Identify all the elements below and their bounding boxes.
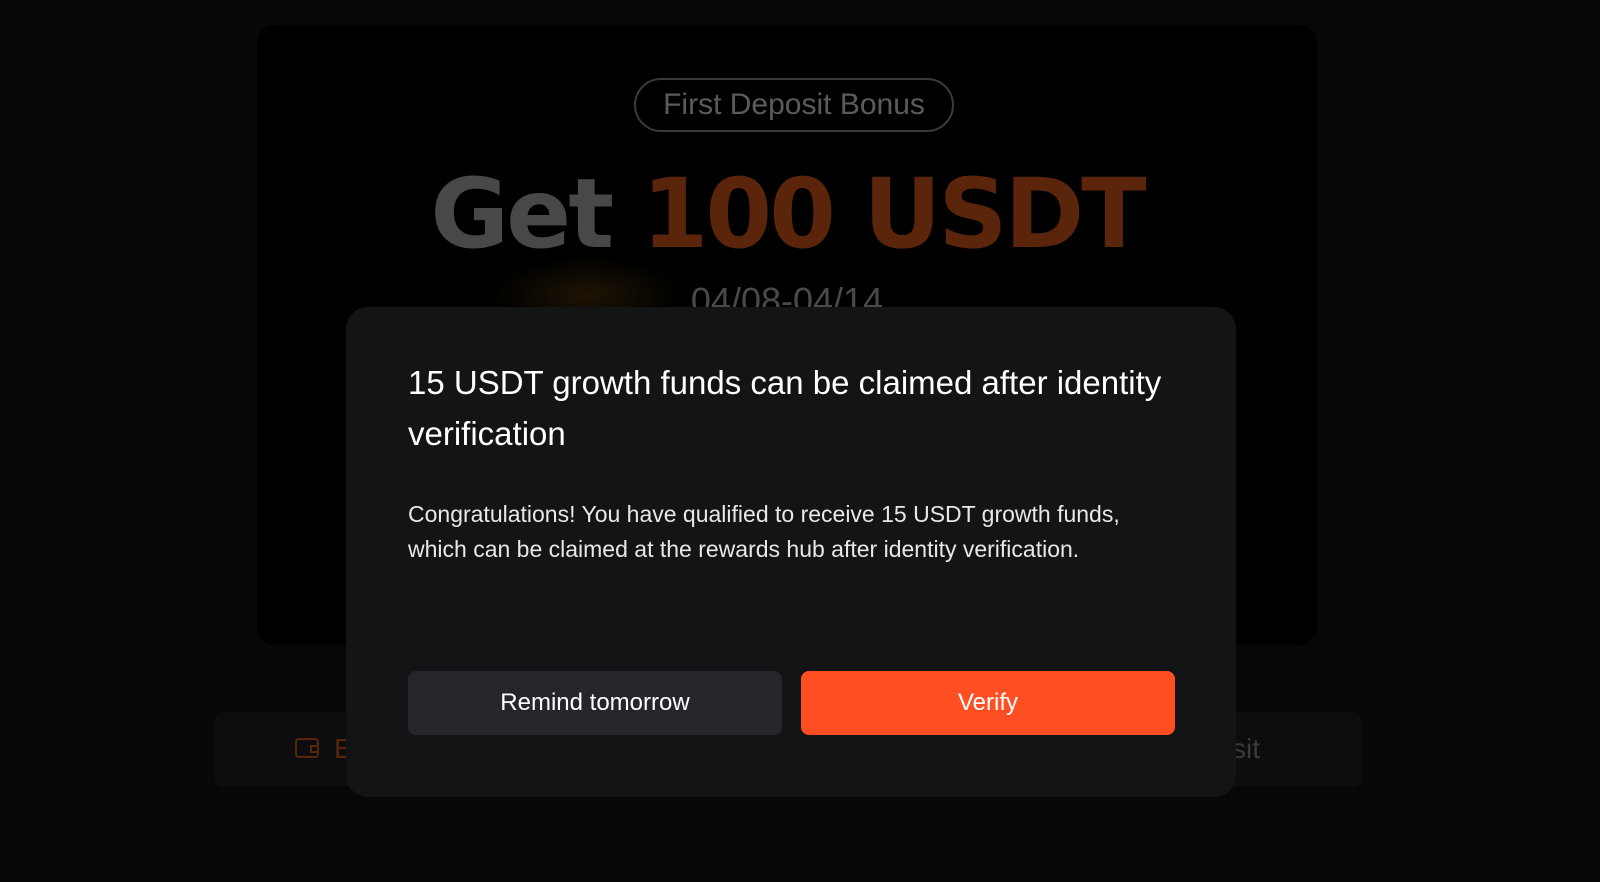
modal-body: Congratulations! You have qualified to r…: [408, 501, 1120, 562]
remind-tomorrow-button[interactable]: Remind tomorrow: [408, 671, 782, 735]
verification-modal: 15 USDT growth funds can be claimed afte…: [346, 307, 1236, 797]
modal-overlay[interactable]: 15 USDT growth funds can be claimed afte…: [0, 0, 1600, 882]
modal-title: 15 USDT growth funds can be claimed afte…: [408, 364, 1162, 452]
page: First Deposit Bonus Get 100 USDT 04/08-0…: [0, 0, 1600, 882]
verify-button[interactable]: Verify: [801, 671, 1175, 735]
